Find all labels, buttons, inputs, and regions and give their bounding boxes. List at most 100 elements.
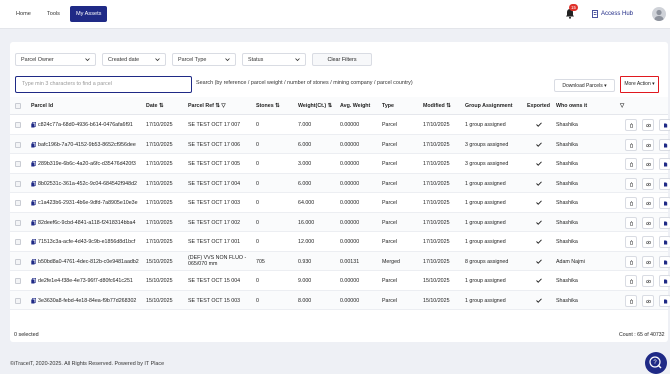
copy-icon[interactable] <box>31 161 36 167</box>
cell-weight: 16.000 <box>298 219 315 226</box>
table-row[interactable]: bafc196b-7a70-4152-9b53-8652cf956dee 17/1… <box>10 134 670 154</box>
delete-button[interactable] <box>625 138 637 151</box>
row-checkbox[interactable] <box>15 200 21 206</box>
row-checkbox[interactable] <box>15 161 21 167</box>
delete-button[interactable] <box>625 158 637 170</box>
filter-icon[interactable]: ▽ <box>620 103 624 109</box>
delete-button[interactable] <box>625 216 637 229</box>
copy-icon[interactable] <box>31 219 36 226</box>
view-button[interactable] <box>642 197 654 209</box>
row-checkbox[interactable] <box>15 180 21 187</box>
col-group-assignment[interactable]: Group Assignment <box>465 103 512 109</box>
row-checkbox[interactable] <box>15 122 21 128</box>
copy-icon[interactable] <box>31 180 36 187</box>
document-button[interactable] <box>659 177 670 190</box>
cell-id: 289b319e-6b6c-4a20-a6fc-d35476d420f3 <box>38 161 136 167</box>
more-action-button[interactable]: More Action ▾ <box>620 76 659 93</box>
delete-button[interactable] <box>625 275 637 287</box>
document-button[interactable] <box>659 216 670 229</box>
parcel-type-filter[interactable]: Parcel Type <box>172 53 236 66</box>
document-button[interactable] <box>659 158 670 170</box>
row-checkbox[interactable] <box>15 219 21 226</box>
cell-modified: 17/10/2025 <box>423 258 450 265</box>
table-row[interactable]: c824c77a-68d0-4936-b614-0476afa6f91 17/10… <box>10 115 670 135</box>
user-avatar[interactable] <box>652 7 666 21</box>
view-button[interactable] <box>642 177 654 190</box>
col-parcel-ref[interactable]: Parcel Ref ⇅ ▽ <box>188 103 225 109</box>
copy-icon[interactable] <box>31 278 36 284</box>
delete-button[interactable] <box>625 294 637 307</box>
document-button[interactable] <box>659 275 670 287</box>
delete-button[interactable] <box>625 255 637 268</box>
table-row[interactable]: 71513c3a-acfe-4d43-9c9b-e1856d8d1bcf 17/1… <box>10 232 670 252</box>
cell-stones: 705 <box>256 258 265 265</box>
access-hub-link[interactable]: Access Hub <box>592 10 633 18</box>
status-filter[interactable]: Status <box>242 53 306 66</box>
col-parcel-id[interactable]: Parcel Id <box>31 103 53 109</box>
row-checkbox[interactable] <box>15 239 21 245</box>
view-button[interactable] <box>642 138 654 151</box>
table-row[interactable]: 82deef6c-9cbd-4841-a118-f2418314bba4 17/1… <box>10 212 670 232</box>
copy-icon[interactable] <box>31 200 36 206</box>
table-row[interactable]: 289b319e-6b6c-4a20-a6fc-d35476d420f3 17/1… <box>10 154 670 174</box>
cell-avg: 0.00000 <box>340 122 360 128</box>
col-stones[interactable]: Stones ⇅ <box>256 103 280 109</box>
col-modified[interactable]: Modified ⇅ <box>423 103 451 109</box>
view-button[interactable] <box>642 294 654 307</box>
copy-icon[interactable] <box>31 141 36 148</box>
select-all-checkbox[interactable] <box>15 103 21 109</box>
document-button[interactable] <box>659 236 670 248</box>
parcel-owner-filter[interactable]: Parcel Owner <box>15 53 96 66</box>
nav-home[interactable]: Home <box>10 6 37 22</box>
view-button[interactable] <box>642 275 654 287</box>
view-button[interactable] <box>642 216 654 229</box>
download-parcels-button[interactable]: Download Parcels ▾ <box>554 79 615 92</box>
table-row[interactable]: 3e3630a8-febd-4e18-84ea-f9b77d268302 15/1… <box>10 290 670 310</box>
col-date[interactable]: Date ⇅ <box>146 103 163 109</box>
created-date-filter[interactable]: Created date <box>102 53 166 66</box>
table-row[interactable]: c1a423b6-2931-4b6e-9dfd-7a8905e10e3e 17/1… <box>10 193 670 213</box>
filter-icon[interactable]: ▽ <box>221 103 225 109</box>
row-checkbox[interactable] <box>15 258 21 265</box>
copy-icon[interactable] <box>31 297 36 304</box>
row-checkbox[interactable] <box>15 141 21 148</box>
document-button[interactable] <box>659 197 670 209</box>
delete-button[interactable] <box>625 197 637 209</box>
nav-my-assets[interactable]: My Assets <box>69 6 108 22</box>
cell-modified: 17/10/2025 <box>423 219 450 226</box>
col-avg-weight[interactable]: Avg. Weight <box>340 103 370 109</box>
view-button[interactable] <box>642 158 654 170</box>
copy-icon[interactable] <box>31 258 36 265</box>
copy-icon[interactable] <box>31 239 36 245</box>
clear-filters-button[interactable]: Clear Filters <box>312 53 372 66</box>
exported-check-icon <box>536 161 542 166</box>
document-button[interactable] <box>659 138 670 151</box>
chevron-down-icon <box>225 58 230 62</box>
delete-button[interactable] <box>625 119 637 131</box>
cell-modified: 17/10/2025 <box>423 122 450 128</box>
row-checkbox[interactable] <box>15 297 21 304</box>
copy-icon[interactable] <box>31 122 36 128</box>
col-owner[interactable]: Who owns it <box>556 103 587 109</box>
nav-tools[interactable]: Tools <box>41 6 66 22</box>
exported-check-icon <box>536 297 542 303</box>
document-button[interactable] <box>659 294 670 307</box>
cell-stones: 0 <box>256 161 259 167</box>
table-row[interactable]: 8b02531c-361a-452c-9c04-684542f948d2 17/1… <box>10 173 670 193</box>
delete-button[interactable] <box>625 177 637 190</box>
view-button[interactable] <box>642 255 654 268</box>
view-button[interactable] <box>642 119 654 131</box>
table-row[interactable]: b50bd8a0-4761-4dec-812b-c0e9481aadb2 15/1… <box>10 251 670 271</box>
view-button[interactable] <box>642 236 654 248</box>
document-button[interactable] <box>659 119 670 131</box>
parcel-search-input[interactable]: Type min 3 characters to find a parcel <box>15 76 192 93</box>
delete-button[interactable] <box>625 236 637 248</box>
document-button[interactable] <box>659 255 670 268</box>
cell-owner: Shashika <box>556 122 578 128</box>
col-weight[interactable]: Weight(Ct.) ⇅ <box>298 103 332 109</box>
row-checkbox[interactable] <box>15 278 21 284</box>
help-chat-button[interactable]: ? <box>645 352 667 374</box>
table-row[interactable]: de2fe1e4-f38e-4e73-96f7-d80fc641c251 15/1… <box>10 271 670 291</box>
col-type[interactable]: Type <box>382 103 394 109</box>
col-exported[interactable]: Exported <box>527 103 550 109</box>
